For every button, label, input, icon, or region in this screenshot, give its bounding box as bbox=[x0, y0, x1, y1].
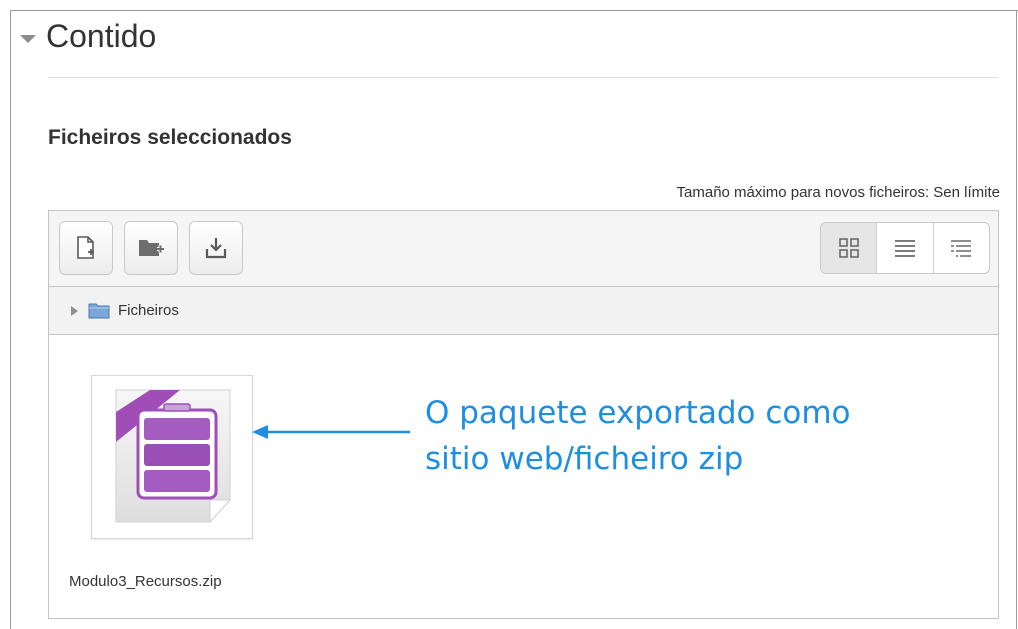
grid-view-button[interactable] bbox=[821, 223, 877, 273]
folder-icon bbox=[88, 303, 110, 319]
create-folder-icon bbox=[139, 240, 164, 256]
frame-border-left bbox=[10, 10, 11, 629]
section-divider bbox=[48, 77, 998, 78]
field-label: Ficheiros seleccionados bbox=[48, 126, 292, 149]
collapse-caret-icon[interactable] bbox=[20, 34, 36, 43]
add-file-button[interactable] bbox=[59, 221, 113, 275]
max-size-note: Tamaño máximo para novos ficheiros: Sen … bbox=[676, 184, 1000, 201]
tree-view-button[interactable] bbox=[932, 223, 989, 273]
grid-view-icon bbox=[838, 238, 859, 258]
zip-archive-icon bbox=[115, 389, 232, 524]
list-view-button[interactable] bbox=[876, 223, 932, 273]
add-file-icon bbox=[77, 236, 94, 259]
path-folder-link[interactable]: Ficheiros bbox=[88, 302, 179, 319]
file-picker-section: Contido Ficheiros seleccionados Tamaño m… bbox=[0, 0, 1018, 629]
view-switcher bbox=[820, 222, 990, 274]
frame-border-top bbox=[10, 10, 1018, 11]
annotation-arrow-icon bbox=[252, 425, 410, 439]
annotation-line-1: O paquete exportado como bbox=[425, 395, 851, 431]
annotation-line-2: sitio web/ficheiro zip bbox=[425, 441, 744, 477]
file-name[interactable]: Modulo3_Recursos.zip bbox=[69, 573, 222, 590]
annotation-callout: O paquete exportado como sitio web/fiche… bbox=[425, 390, 905, 482]
tree-view-icon bbox=[951, 240, 972, 257]
section-title: Contido bbox=[46, 18, 157, 54]
path-label: Ficheiros bbox=[118, 302, 179, 319]
file-manager-toolbar bbox=[49, 211, 998, 287]
download-all-button[interactable] bbox=[189, 221, 243, 275]
file-thumbnail[interactable] bbox=[91, 375, 253, 539]
path-breadcrumb: Ficheiros bbox=[49, 287, 998, 335]
download-icon bbox=[205, 238, 227, 259]
list-view-icon bbox=[894, 240, 915, 257]
expand-arrow-icon[interactable] bbox=[71, 305, 78, 316]
section-header[interactable]: Contido bbox=[20, 18, 156, 55]
frame-border-right bbox=[1016, 10, 1017, 629]
create-folder-button[interactable] bbox=[124, 221, 178, 275]
